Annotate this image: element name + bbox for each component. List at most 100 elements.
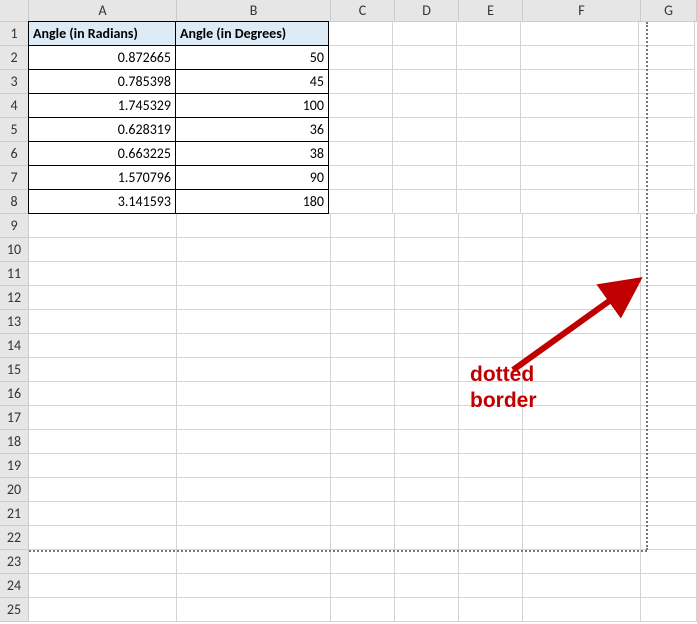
cell-A7[interactable]: 1.570796 xyxy=(28,166,176,190)
cell-F20[interactable] xyxy=(523,478,641,502)
cell-E23[interactable] xyxy=(459,550,523,574)
cell-A25[interactable] xyxy=(29,598,177,622)
cell-G20[interactable] xyxy=(641,478,697,502)
cell-E2[interactable] xyxy=(457,46,521,70)
cell-E25[interactable] xyxy=(459,598,523,622)
cell-G7[interactable] xyxy=(639,166,695,190)
row-header-11[interactable]: 11 xyxy=(0,262,29,286)
cell-A8[interactable]: 3.141593 xyxy=(28,190,176,214)
col-header-A[interactable]: A xyxy=(29,0,177,22)
cell-F4[interactable] xyxy=(521,94,639,118)
cell-D10[interactable] xyxy=(395,238,459,262)
cell-D16[interactable] xyxy=(395,382,459,406)
cell-B4[interactable]: 100 xyxy=(175,94,329,118)
cell-D7[interactable] xyxy=(393,166,457,190)
cell-A20[interactable] xyxy=(29,478,177,502)
cell-C1[interactable] xyxy=(329,22,393,46)
cell-A21[interactable] xyxy=(29,502,177,526)
cell-B20[interactable] xyxy=(177,478,331,502)
cell-C13[interactable] xyxy=(331,310,395,334)
cell-D19[interactable] xyxy=(395,454,459,478)
cell-E17[interactable] xyxy=(459,406,523,430)
cell-D4[interactable] xyxy=(393,94,457,118)
cell-D21[interactable] xyxy=(395,502,459,526)
cell-C15[interactable] xyxy=(331,358,395,382)
cell-E3[interactable] xyxy=(457,70,521,94)
cell-G5[interactable] xyxy=(639,118,695,142)
cell-F18[interactable] xyxy=(523,430,641,454)
cell-G23[interactable] xyxy=(641,550,697,574)
row-header-7[interactable]: 7 xyxy=(0,166,29,190)
cell-C10[interactable] xyxy=(331,238,395,262)
cell-E9[interactable] xyxy=(459,214,523,238)
cell-F21[interactable] xyxy=(523,502,641,526)
cell-F2[interactable] xyxy=(521,46,639,70)
cell-A6[interactable]: 0.663225 xyxy=(28,142,176,166)
cell-D14[interactable] xyxy=(395,334,459,358)
col-header-E[interactable]: E xyxy=(459,0,523,22)
cell-C16[interactable] xyxy=(331,382,395,406)
cell-C9[interactable] xyxy=(331,214,395,238)
cell-G18[interactable] xyxy=(641,430,697,454)
col-header-D[interactable]: D xyxy=(395,0,459,22)
cell-E22[interactable] xyxy=(459,526,523,550)
cell-A5[interactable]: 0.628319 xyxy=(28,118,176,142)
cell-G3[interactable] xyxy=(639,70,695,94)
cell-C6[interactable] xyxy=(329,142,393,166)
cell-G16[interactable] xyxy=(641,382,697,406)
cell-A23[interactable] xyxy=(29,550,177,574)
row-header-5[interactable]: 5 xyxy=(0,118,29,142)
cell-D25[interactable] xyxy=(395,598,459,622)
cell-A19[interactable] xyxy=(29,454,177,478)
cell-B5[interactable]: 36 xyxy=(175,118,329,142)
cell-G6[interactable] xyxy=(639,142,695,166)
cell-D5[interactable] xyxy=(393,118,457,142)
cell-F17[interactable] xyxy=(523,406,641,430)
col-header-B[interactable]: B xyxy=(177,0,331,22)
cell-A9[interactable] xyxy=(29,214,177,238)
cell-E24[interactable] xyxy=(459,574,523,598)
cell-G14[interactable] xyxy=(641,334,697,358)
row-header-19[interactable]: 19 xyxy=(0,454,29,478)
cell-D1[interactable] xyxy=(393,22,457,46)
row-header-10[interactable]: 10 xyxy=(0,238,29,262)
row-header-4[interactable]: 4 xyxy=(0,94,29,118)
cell-F5[interactable] xyxy=(521,118,639,142)
cell-F7[interactable] xyxy=(521,166,639,190)
cell-A17[interactable] xyxy=(29,406,177,430)
cell-B2[interactable]: 50 xyxy=(175,46,329,70)
row-header-23[interactable]: 23 xyxy=(0,550,29,574)
cell-G1[interactable] xyxy=(639,22,695,46)
cell-B3[interactable]: 45 xyxy=(175,70,329,94)
cell-G4[interactable] xyxy=(639,94,695,118)
cell-E20[interactable] xyxy=(459,478,523,502)
cell-C25[interactable] xyxy=(331,598,395,622)
cell-C19[interactable] xyxy=(331,454,395,478)
row-header-15[interactable]: 15 xyxy=(0,358,29,382)
cell-grid[interactable]: Angle (in Radians)Angle (in Degrees)0.87… xyxy=(29,22,697,622)
cell-F8[interactable] xyxy=(521,190,639,214)
row-header-8[interactable]: 8 xyxy=(0,190,29,214)
cell-C5[interactable] xyxy=(329,118,393,142)
cell-E10[interactable] xyxy=(459,238,523,262)
cell-E4[interactable] xyxy=(457,94,521,118)
cell-D18[interactable] xyxy=(395,430,459,454)
cell-C2[interactable] xyxy=(329,46,393,70)
cell-C8[interactable] xyxy=(329,190,393,214)
row-header-24[interactable]: 24 xyxy=(0,574,29,598)
row-header-6[interactable]: 6 xyxy=(0,142,29,166)
cell-D23[interactable] xyxy=(395,550,459,574)
row-header-2[interactable]: 2 xyxy=(0,46,29,70)
cell-B25[interactable] xyxy=(177,598,331,622)
cell-B14[interactable] xyxy=(177,334,331,358)
cell-G17[interactable] xyxy=(641,406,697,430)
cell-F14[interactable] xyxy=(523,334,641,358)
cell-C17[interactable] xyxy=(331,406,395,430)
row-header-13[interactable]: 13 xyxy=(0,310,29,334)
cell-D17[interactable] xyxy=(395,406,459,430)
cell-C22[interactable] xyxy=(331,526,395,550)
cell-C18[interactable] xyxy=(331,430,395,454)
cell-C14[interactable] xyxy=(331,334,395,358)
cell-G11[interactable] xyxy=(641,262,697,286)
row-header-16[interactable]: 16 xyxy=(0,382,29,406)
